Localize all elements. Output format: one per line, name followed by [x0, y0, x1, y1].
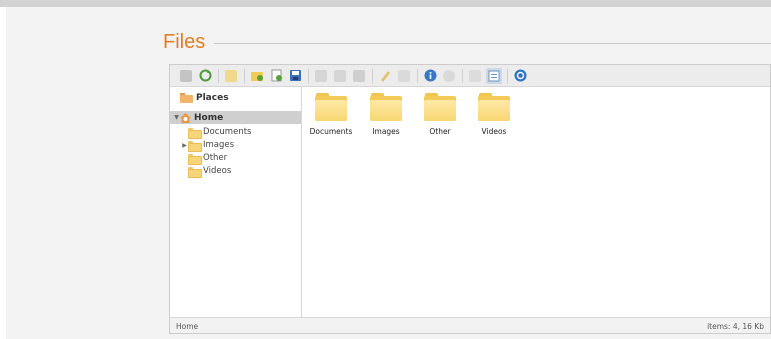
tree-item-images[interactable]: ▶ Images	[181, 140, 235, 152]
open-icon	[225, 69, 237, 82]
toolbar-separator	[218, 68, 219, 83]
folder-icon	[424, 93, 456, 121]
icons-view-button[interactable]	[467, 68, 483, 84]
tree-item-documents[interactable]: Documents	[181, 127, 252, 139]
folder-icon	[478, 93, 510, 121]
icons-view-icon	[469, 69, 481, 82]
folder-label: Images	[372, 127, 400, 136]
open-button[interactable]	[223, 68, 239, 84]
new-folder-button[interactable]	[249, 68, 265, 84]
status-path: Home	[176, 322, 199, 331]
status-bar: Home items: 4, 16 Kb	[170, 317, 770, 333]
toolbar	[170, 65, 770, 87]
preview-button[interactable]	[441, 68, 457, 84]
tree-item-videos[interactable]: Videos	[181, 166, 232, 178]
status-summary: items: 4, 16 Kb	[707, 322, 764, 331]
folder-label: Videos	[481, 127, 507, 136]
info-button[interactable]	[422, 68, 438, 84]
file-view: Documents Images Other Videos	[302, 87, 770, 317]
title-divider	[214, 43, 771, 44]
folder-icon	[188, 140, 202, 152]
rename-button[interactable]	[377, 68, 393, 84]
folder-label: Other	[429, 127, 451, 136]
collapse-arrow-icon[interactable]: ▼	[173, 114, 180, 121]
tree-item-label: Other	[203, 153, 228, 163]
edit-button[interactable]	[396, 68, 412, 84]
folder-item-other[interactable]: Other	[413, 93, 467, 136]
tree-item-other[interactable]: Other	[181, 153, 228, 165]
new-folder-icon	[251, 72, 263, 81]
preview-icon	[443, 69, 455, 82]
tree-item-label: Documents	[203, 127, 252, 137]
list-view-icon	[488, 70, 500, 81]
folder-icon	[188, 166, 202, 178]
folder-label: Documents	[309, 127, 353, 136]
tree-item-label: Images	[203, 140, 235, 150]
home-icon	[180, 112, 191, 123]
new-file-icon	[271, 69, 282, 82]
folder-item-documents[interactable]: Documents	[304, 93, 358, 136]
copy-button[interactable]	[313, 68, 329, 84]
copy-icon	[315, 69, 327, 82]
places-header[interactable]: Places	[180, 92, 229, 103]
toolbar-separator	[507, 68, 508, 83]
delete-icon	[353, 69, 365, 82]
reload-button[interactable]	[197, 68, 213, 84]
list-view-button[interactable]	[486, 67, 502, 84]
folder-icon	[315, 93, 347, 121]
help-button[interactable]	[512, 68, 528, 84]
edit-icon	[398, 69, 410, 82]
home-label: Home	[194, 112, 224, 123]
tree-item-label: Videos	[203, 166, 232, 176]
file-manager: Places ▼ Home Documents ▶ Images Other V…	[169, 64, 771, 334]
save-button[interactable]	[287, 68, 303, 84]
toolbar-separator	[244, 68, 245, 83]
new-file-button[interactable]	[268, 68, 284, 84]
page-title: Files	[163, 31, 206, 53]
back-button[interactable]	[178, 68, 194, 84]
toolbar-separator	[372, 68, 373, 83]
folder-item-images[interactable]: Images	[359, 93, 413, 136]
paste-button[interactable]	[332, 68, 348, 84]
folder-icon	[188, 127, 202, 139]
folder-icon	[370, 93, 402, 121]
title-row: Files	[163, 28, 771, 58]
expand-arrow-icon[interactable]: ▶	[181, 142, 188, 149]
paste-icon	[334, 69, 346, 82]
delete-button[interactable]	[351, 68, 367, 84]
back-icon	[180, 69, 192, 82]
navigation-tree: Places ▼ Home Documents ▶ Images Other V…	[170, 87, 302, 317]
top-bar	[0, 0, 771, 7]
folder-item-videos[interactable]: Videos	[467, 93, 521, 136]
places-label: Places	[196, 92, 229, 103]
tree-item-home[interactable]: ▼ Home	[170, 111, 301, 124]
toolbar-separator	[308, 68, 309, 83]
rename-icon	[380, 71, 390, 82]
help-icon	[514, 69, 526, 82]
save-icon	[289, 70, 301, 81]
toolbar-separator	[462, 68, 463, 83]
places-icon	[180, 93, 193, 103]
info-icon	[424, 69, 436, 82]
toolbar-separator	[417, 68, 418, 83]
reload-icon	[199, 69, 211, 82]
folder-icon	[188, 153, 202, 165]
